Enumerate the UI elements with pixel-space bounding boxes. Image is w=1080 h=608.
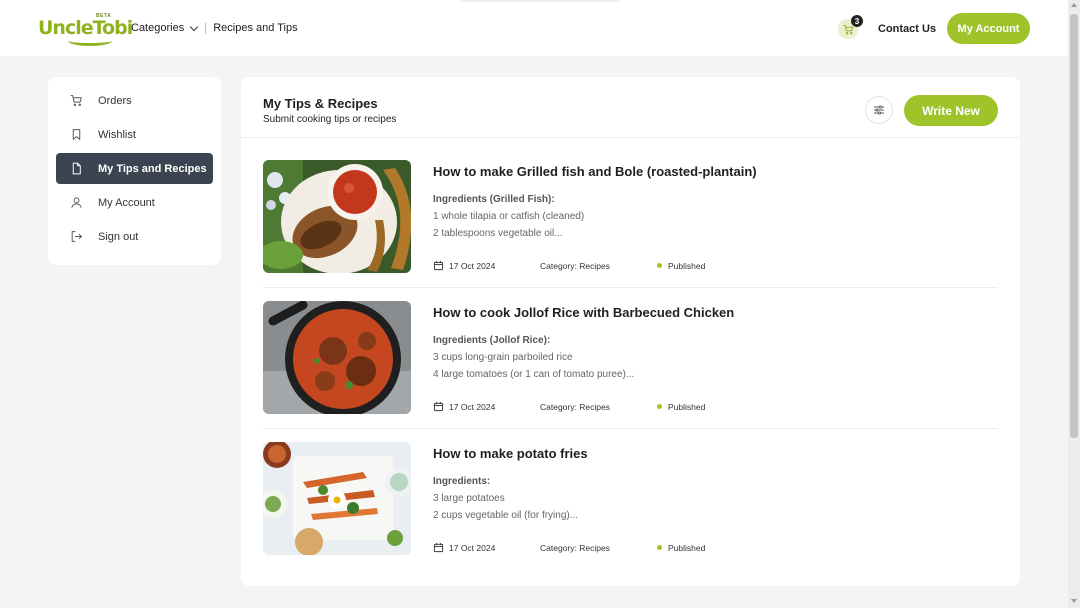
sidebar-item-label: Sign out [98,230,139,243]
header-divider [241,137,1020,138]
calendar-icon [433,401,444,412]
page-subtitle: Submit cooking tips or recipes [263,114,397,125]
filter-button[interactable] [865,96,893,124]
recipe-divider [263,287,998,288]
recipe-image-grilled-fish[interactable] [263,160,411,273]
recipe-meta: 17 Oct 2024 Category: Recipes Published [433,542,705,553]
document-icon [69,162,83,176]
recipe-card[interactable]: How to make potato fries Ingredients: 3 … [263,442,998,583]
logo-smile [68,36,112,46]
status-badge: Published [668,260,706,271]
sidebar-item-wishlist[interactable]: Wishlist [56,119,213,150]
recipe-status: Published [657,261,705,271]
sliders-icon [874,105,884,115]
scroll-up-arrow-icon[interactable] [1071,3,1077,7]
recipe-image-jollof-rice[interactable] [263,301,411,414]
user-icon [69,196,83,210]
sidebar-item-label: Orders [98,94,132,107]
bookmark-icon [69,128,83,142]
status-dot-icon [657,404,662,409]
recipe-ingredient-line: 3 large potatoes [433,493,505,504]
recipe-ingredients-heading: Ingredients (Jollof Rice): [433,335,551,346]
sidebar-item-sign-out[interactable]: Sign out [56,221,213,252]
page-title: My Tips & Recipes [263,96,378,111]
recipe-image-potato-fries[interactable] [263,442,411,555]
page-scrollbar[interactable] [1068,0,1080,608]
sidebar-item-label: My Tips and Recipes [98,162,207,175]
cart-icon [69,94,83,108]
recipe-date: 17 Oct 2024 [433,542,540,553]
nav-categories-dropdown[interactable]: Categories [131,22,199,34]
recipe-card[interactable]: How to make Grilled fish and Bole (roast… [263,160,998,301]
contact-us-link[interactable]: Contact Us [878,23,936,35]
recipe-category: Category: Recipes [540,401,610,412]
recipe-status: Published [657,402,705,412]
recipe-date-text: 17 Oct 2024 [449,542,496,553]
sidebar-item-my-tips-and-recipes[interactable]: My Tips and Recipes [56,153,213,184]
uncletobi-logo[interactable]: UncleTobi BETA [38,13,133,46]
status-dot-icon [657,263,662,268]
nav-divider [205,22,207,34]
recipe-ingredient-line: 3 cups long-grain parboiled rice [433,352,573,363]
recipe-status: Published [657,543,705,553]
recipe-card[interactable]: How to cook Jollof Rice with Barbecued C… [263,301,998,442]
account-sidebar: Orders Wishlist My Tips and Recipes My A… [48,77,221,265]
logout-icon [69,230,83,244]
calendar-icon [433,542,444,553]
top-notch [460,0,620,2]
recipe-category: Category: Recipes [540,260,610,271]
nav-recipes-link[interactable]: Recipes and Tips [213,22,297,34]
recipe-date-text: 17 Oct 2024 [449,401,496,412]
sidebar-item-label: Wishlist [98,128,136,141]
recipe-ingredient-line: 4 large tomatoes (or 1 can of tomato pur… [433,369,635,380]
calendar-icon [433,260,444,271]
my-account-button[interactable]: My Account [947,13,1030,44]
recipe-title[interactable]: How to make potato fries [433,446,588,461]
recipe-date: 17 Oct 2024 [433,401,540,412]
write-new-button[interactable]: Write New [904,95,998,126]
status-badge: Published [668,401,706,412]
sidebar-item-orders[interactable]: Orders [56,85,213,116]
recipe-ingredient-line: 2 cups vegetable oil (for frying)... [433,510,579,521]
recipe-ingredients-heading: Ingredients (Grilled Fish): [433,194,555,205]
scroll-thumb[interactable] [1070,14,1078,438]
sidebar-item-label: My Account [98,196,155,209]
chevron-down-icon [189,22,199,31]
main-nav: Categories Recipes and Tips [131,22,298,34]
top-header: UncleTobi BETA Categories Recipes and Ti… [0,0,1068,56]
recipe-meta: 17 Oct 2024 Category: Recipes Published [433,401,705,412]
nav-categories-label: Categories [131,22,185,34]
recipe-date-text: 17 Oct 2024 [449,260,496,271]
status-dot-icon [657,545,662,550]
recipe-date: 17 Oct 2024 [433,260,540,271]
recipe-ingredients-heading: Ingredients: [433,476,491,487]
recipe-meta: 17 Oct 2024 Category: Recipes Published [433,260,705,271]
recipe-ingredient-line: 1 whole tilapia or catfish (cleaned) [433,211,585,222]
status-badge: Published [668,542,706,553]
tips-recipes-panel: My Tips & Recipes Submit cooking tips or… [241,77,1020,586]
recipe-title[interactable]: How to make Grilled fish and Bole (roast… [433,164,757,179]
sidebar-item-my-account[interactable]: My Account [56,187,213,218]
logo-beta-badge: BETA [96,13,112,19]
recipe-ingredient-line: 2 tablespoons vegetable oil... [433,228,563,239]
recipe-category: Category: Recipes [540,542,610,553]
recipe-title[interactable]: How to cook Jollof Rice with Barbecued C… [433,305,734,320]
scroll-down-arrow-icon[interactable] [1071,599,1077,603]
recipe-divider [263,428,998,429]
cart-count-badge: 3 [851,15,863,27]
